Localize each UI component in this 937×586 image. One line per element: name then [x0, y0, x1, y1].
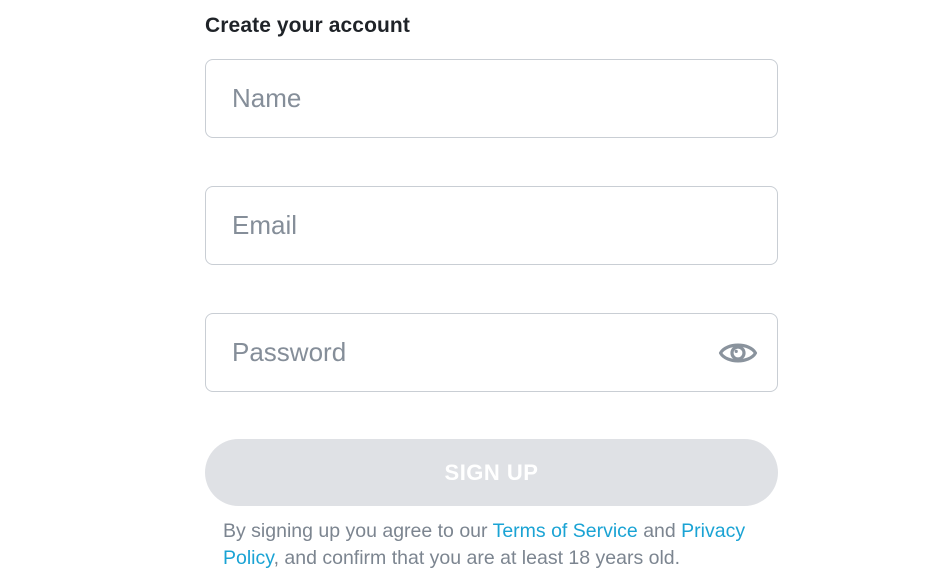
legal-middle: and — [637, 520, 682, 542]
email-field[interactable] — [205, 186, 778, 265]
name-input[interactable] — [232, 60, 712, 137]
sign-up-button[interactable]: SIGN UP — [205, 439, 778, 506]
email-input[interactable] — [232, 187, 712, 264]
name-field[interactable] — [205, 59, 778, 138]
password-input[interactable] — [232, 314, 712, 391]
legal-notice: By signing up you agree to our Terms of … — [223, 518, 768, 572]
password-field[interactable] — [205, 313, 778, 392]
eye-icon — [718, 343, 758, 363]
legal-suffix: , and confirm that you are at least 18 y… — [273, 547, 681, 569]
signup-page: Create your account SIGN UP By signing u… — [0, 0, 937, 586]
terms-of-service-link[interactable]: Terms of Service — [493, 520, 638, 542]
show-password-toggle[interactable] — [718, 334, 758, 372]
form-heading: Create your account — [205, 14, 410, 37]
legal-prefix: By signing up you agree to our — [223, 520, 493, 542]
